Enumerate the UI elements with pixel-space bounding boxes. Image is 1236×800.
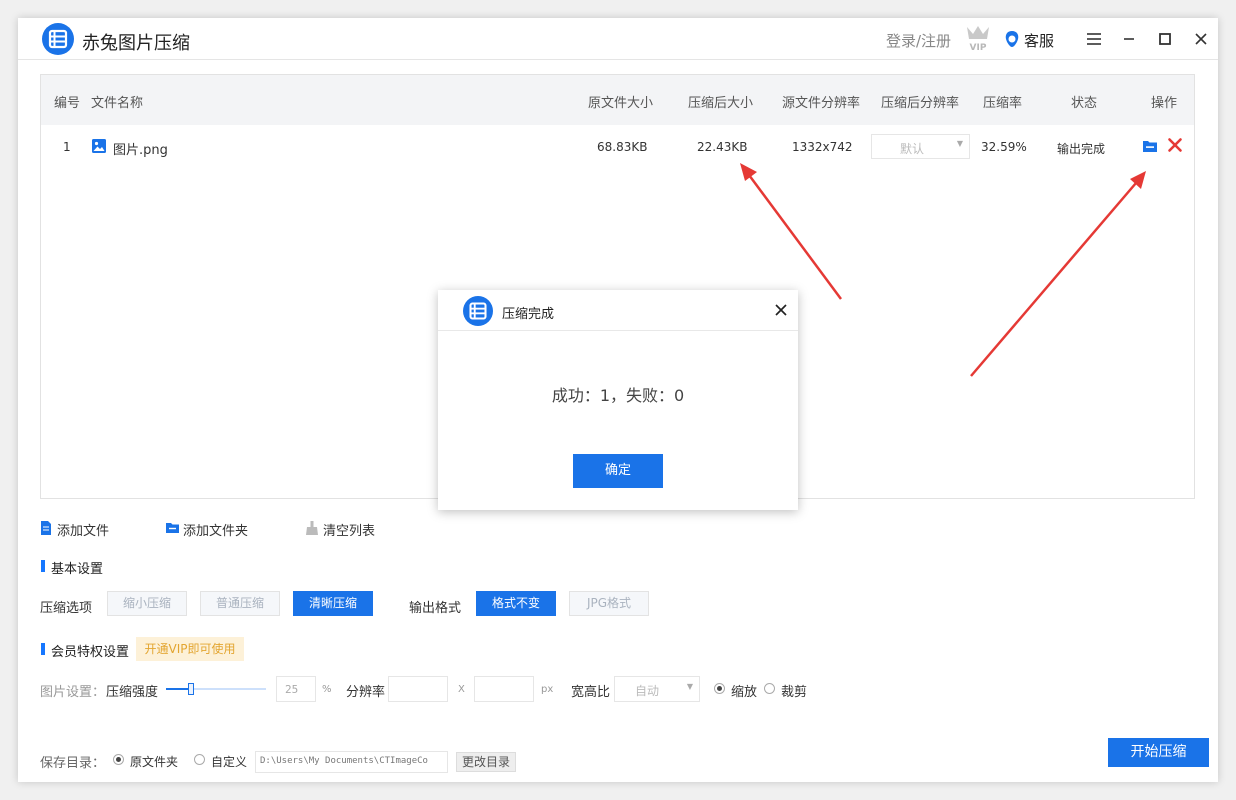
close-window-icon[interactable] xyxy=(1190,28,1212,50)
header-index: 编号 xyxy=(54,96,81,111)
resolution-x-label: X xyxy=(458,684,465,695)
login-register-link[interactable]: 登录/注册 xyxy=(886,30,951,51)
add-folder-button[interactable]: 添加文件夹 xyxy=(166,520,248,539)
dialog-message: 成功：1，失败：0 xyxy=(551,386,685,405)
strength-input[interactable]: 25 xyxy=(276,676,316,702)
aspect-ratio-label: 宽高比 xyxy=(571,685,611,700)
minimize-icon[interactable] xyxy=(1118,28,1140,50)
table-row[interactable]: 1 图片.png 68.83KB 22.43KB 1332x742 默认 ▼ 3… xyxy=(41,125,1194,169)
header-compressed-size: 压缩后大小 xyxy=(688,96,754,111)
customer-service-label[interactable]: 客服 xyxy=(1024,30,1054,51)
compress-complete-dialog: 压缩完成 成功：1，失败：0 确定 xyxy=(438,290,798,510)
start-compress-button[interactable]: 开始压缩 xyxy=(1108,738,1209,767)
scale-label: 缩放 xyxy=(731,685,758,700)
aspect-ratio-value: 自动 xyxy=(635,684,660,698)
add-file-label: 添加文件 xyxy=(57,524,110,539)
header-filename: 文件名称 xyxy=(91,96,144,111)
original-folder-radio[interactable] xyxy=(113,754,124,765)
header-operation: 操作 xyxy=(1151,96,1178,111)
strength-label: 压缩强度 xyxy=(106,685,159,700)
image-settings-label: 图片设置： xyxy=(40,685,106,700)
shrink-compress-button[interactable]: 缩小压缩 xyxy=(107,591,187,616)
row-status: 输出完成 xyxy=(1057,142,1106,156)
jpg-format-button[interactable]: JPG格式 xyxy=(569,591,649,616)
row-orig-size: 68.83KB xyxy=(597,140,648,154)
dialog-ok-button[interactable]: 确定 xyxy=(573,454,663,488)
resolution-height-input[interactable] xyxy=(474,676,534,702)
folder-icon xyxy=(166,523,179,533)
maximize-icon[interactable] xyxy=(1154,28,1176,50)
dialog-close-icon[interactable] xyxy=(774,303,788,317)
open-folder-icon[interactable] xyxy=(1142,138,1158,154)
clear-compress-button[interactable]: 清晰压缩 xyxy=(293,591,373,616)
broom-icon xyxy=(306,521,318,535)
output-format-label: 输出格式 xyxy=(409,601,462,616)
custom-folder-label: 自定义 xyxy=(211,755,248,769)
resolution-width-input[interactable] xyxy=(388,676,448,702)
normal-compress-button[interactable]: 普通压缩 xyxy=(200,591,280,616)
row-ratio: 32.59% xyxy=(981,140,1027,154)
row-orig-resolution: 1332x742 xyxy=(792,140,853,154)
scale-radio[interactable] xyxy=(714,683,725,694)
strength-unit: % xyxy=(322,684,332,695)
save-path-input[interactable]: D:\Users\My Documents\CTImageCo xyxy=(255,751,448,773)
keep-format-button[interactable]: 格式不变 xyxy=(476,591,556,616)
compress-options-label: 压缩选项 xyxy=(40,601,93,616)
dropdown-arrow-icon: ▼ xyxy=(686,682,693,691)
save-dir-label: 保存目录： xyxy=(40,756,106,771)
file-icon xyxy=(41,521,51,535)
app-logo-icon xyxy=(42,23,74,55)
row-compressed-size: 22.43KB xyxy=(697,140,748,154)
change-dir-button[interactable]: 更改目录 xyxy=(456,752,516,772)
custom-folder-radio[interactable] xyxy=(194,754,205,765)
px-unit-label: px xyxy=(541,684,554,695)
crop-radio[interactable] xyxy=(764,683,775,694)
resolution-label: 分辨率 xyxy=(346,685,386,700)
original-folder-label: 原文件夹 xyxy=(130,755,179,769)
delete-icon[interactable] xyxy=(1167,137,1183,153)
dialog-header: 压缩完成 xyxy=(438,290,798,331)
crop-label: 裁剪 xyxy=(781,685,808,700)
vip-settings-title: 会员特权设置 xyxy=(40,641,129,660)
vip-upgrade-badge[interactable]: 开通VIP即可使用 xyxy=(136,637,244,661)
row-index: 1 xyxy=(63,140,71,154)
header-ratio: 压缩率 xyxy=(983,96,1023,111)
dialog-logo-icon xyxy=(463,296,493,326)
strength-slider-thumb[interactable] xyxy=(188,683,194,695)
strength-slider[interactable] xyxy=(166,683,266,695)
dialog-title: 压缩完成 xyxy=(502,307,555,322)
clear-list-label: 清空列表 xyxy=(323,524,376,539)
menu-icon[interactable] xyxy=(1083,28,1105,50)
table-header: 编号 文件名称 原文件大小 压缩后大小 源文件分辨率 压缩后分辨率 压缩率 状态… xyxy=(41,75,1194,125)
customer-service-icon[interactable] xyxy=(1004,30,1020,48)
header-orig-size: 原文件大小 xyxy=(588,96,654,111)
row-filename: 图片.png xyxy=(113,143,168,158)
add-file-button[interactable]: 添加文件 xyxy=(40,520,109,539)
row-resolution-value: 默认 xyxy=(900,142,925,156)
basic-settings-title: 基本设置 xyxy=(40,558,103,577)
header-orig-resolution: 源文件分辨率 xyxy=(782,96,861,111)
title-bar: 赤兔图片压缩 登录/注册 VIP 客服 xyxy=(18,18,1218,60)
header-status: 状态 xyxy=(1071,96,1098,111)
svg-text:VIP: VIP xyxy=(970,43,987,53)
row-resolution-select[interactable]: 默认 ▼ xyxy=(871,134,970,159)
clear-list-button[interactable]: 清空列表 xyxy=(306,520,375,539)
vip-crown-icon[interactable]: VIP xyxy=(964,23,992,53)
image-file-icon xyxy=(92,139,106,153)
add-folder-label: 添加文件夹 xyxy=(183,524,249,539)
app-title: 赤兔图片压缩 xyxy=(82,33,190,54)
aspect-ratio-select[interactable]: 自动 ▼ xyxy=(614,676,700,702)
header-out-resolution: 压缩后分辨率 xyxy=(881,96,960,111)
dropdown-arrow-icon: ▼ xyxy=(956,139,963,148)
